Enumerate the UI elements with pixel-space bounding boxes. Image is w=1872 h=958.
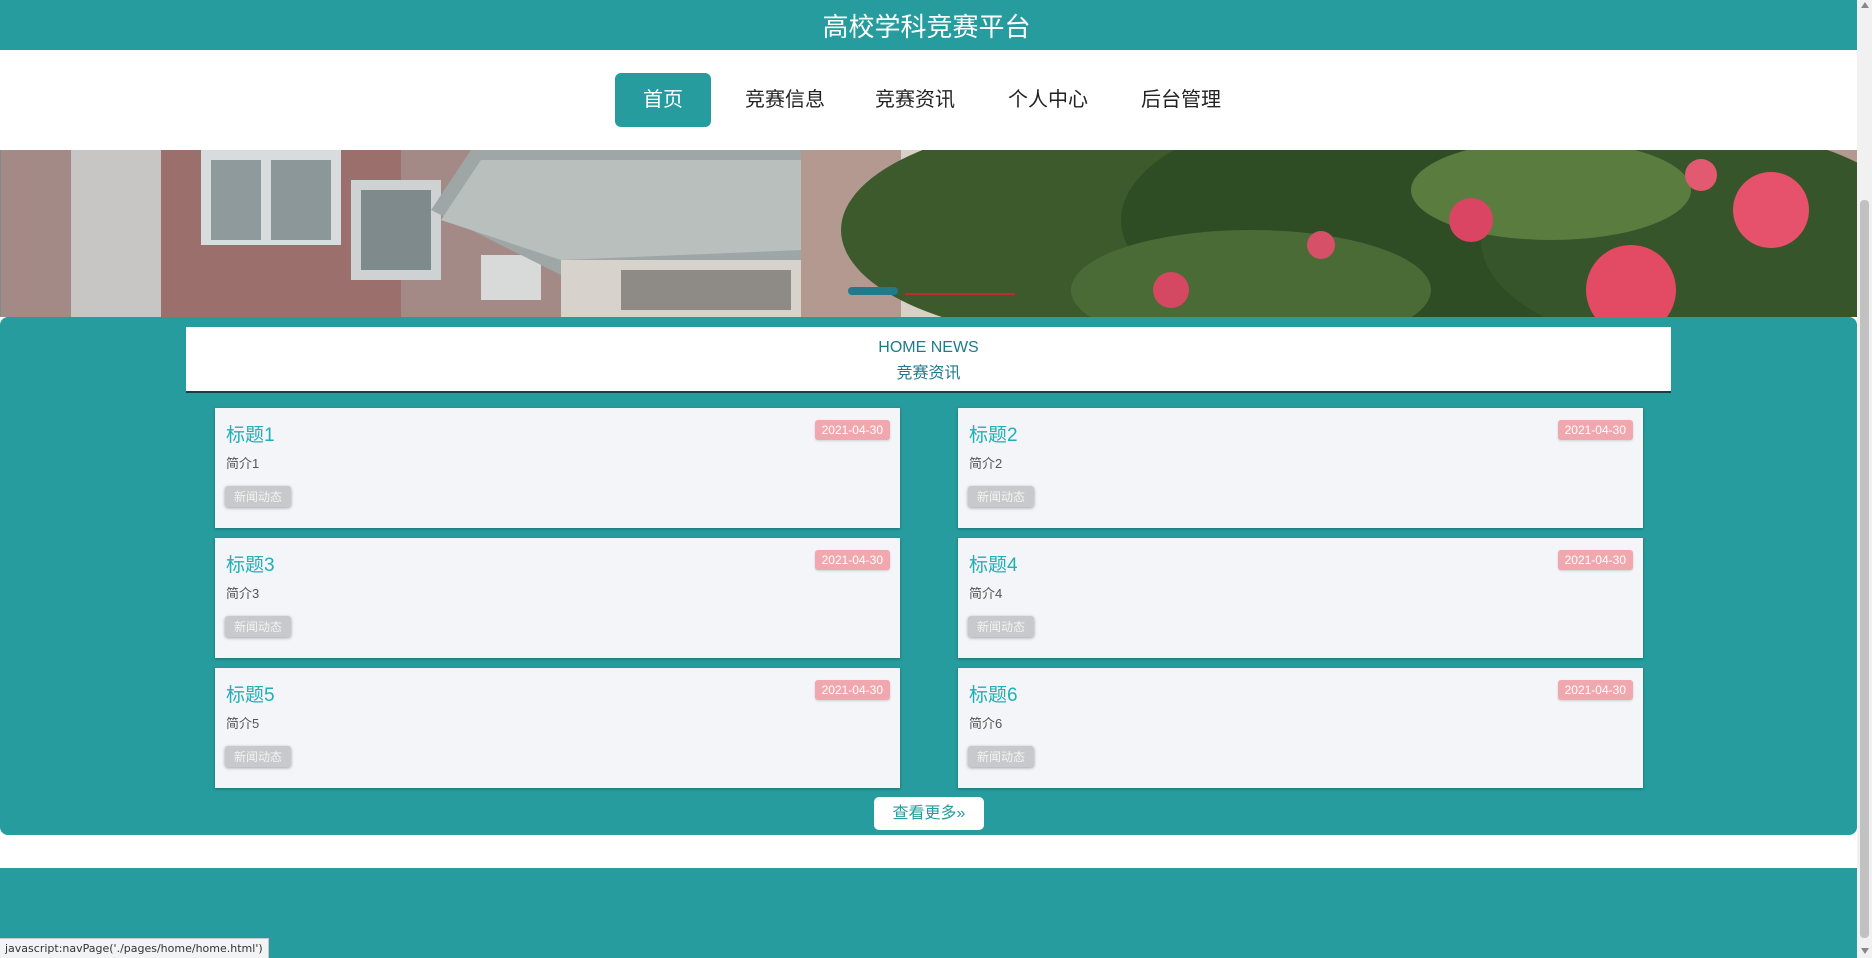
news-card[interactable]: 标题6 2021-04-30 简介6 新闻动态 <box>958 668 1643 788</box>
news-card-tag: 新闻动态 <box>225 746 292 767</box>
news-card-tag: 新闻动态 <box>225 616 292 637</box>
site-title: 高校学科竞赛平台 <box>822 11 1031 42</box>
news-card-date: 2021-04-30 <box>1557 680 1633 700</box>
news-header: HOME NEWS 竞赛资讯 <box>186 327 1671 393</box>
news-card-title[interactable]: 标题4 <box>969 550 1018 577</box>
news-card-desc: 简介5 <box>226 716 260 731</box>
view-more-label: 查看更多 <box>892 805 957 822</box>
carousel-indicator[interactable] <box>905 293 1015 295</box>
view-more-button[interactable]: 查看更多» <box>874 797 984 830</box>
news-section: HOME NEWS 竞赛资讯 标题1 2021-04-30 简介1 新闻动态 标… <box>0 317 1857 835</box>
news-card-desc: 简介1 <box>226 456 260 471</box>
news-card-tag: 新闻动态 <box>968 616 1035 637</box>
news-card[interactable]: 标题3 2021-04-30 简介3 新闻动态 <box>215 538 900 658</box>
page-scrollbar[interactable] <box>1857 0 1872 958</box>
news-card-title[interactable]: 标题3 <box>226 550 275 577</box>
site-header: 高校学科竞赛平台 <box>0 0 1857 50</box>
news-card[interactable]: 标题2 2021-04-30 简介2 新闻动态 <box>958 408 1643 528</box>
nav-item-admin[interactable]: 后台管理 <box>1131 73 1231 127</box>
news-card[interactable]: 标题5 2021-04-30 简介5 新闻动态 <box>215 668 900 788</box>
double-chevron-right-icon: » <box>956 805 966 822</box>
news-card-title[interactable]: 标题2 <box>969 420 1018 447</box>
nav-item-personal-center[interactable]: 个人中心 <box>998 73 1098 127</box>
news-card[interactable]: 标题1 2021-04-30 简介1 新闻动态 <box>215 408 900 528</box>
news-card-title[interactable]: 标题6 <box>969 680 1018 707</box>
news-card-desc: 简介6 <box>969 716 1003 731</box>
nav-item-home[interactable]: 首页 <box>615 73 711 127</box>
news-card-title[interactable]: 标题5 <box>226 680 275 707</box>
main-nav: 首页 竞赛信息 竞赛资讯 个人中心 后台管理 <box>0 50 1857 150</box>
banner-image <box>1 150 1857 317</box>
news-card-desc: 简介3 <box>226 586 260 601</box>
site-footer <box>0 868 1857 958</box>
news-card-desc: 简介2 <box>969 456 1003 471</box>
news-card-date: 2021-04-30 <box>814 420 890 440</box>
news-header-en: HOME NEWS <box>878 339 979 356</box>
scroll-thumb[interactable] <box>1860 200 1869 938</box>
news-card-tag: 新闻动态 <box>225 486 292 507</box>
news-header-cn: 竞赛资讯 <box>896 365 961 382</box>
news-card-desc: 简介4 <box>969 586 1003 601</box>
nav-item-competition-news[interactable]: 竞赛资讯 <box>865 73 965 127</box>
nav-item-competition-info[interactable]: 竞赛信息 <box>735 73 835 127</box>
scroll-up-arrow-icon[interactable] <box>1861 2 1869 8</box>
browser-status-bar: javascript:navPage('./pages/home/home.ht… <box>0 938 269 958</box>
news-card-date: 2021-04-30 <box>1557 420 1633 440</box>
carousel-indicator-active[interactable] <box>848 287 898 295</box>
news-card-date: 2021-04-30 <box>814 680 890 700</box>
news-card-date: 2021-04-30 <box>1557 550 1633 570</box>
news-card-tag: 新闻动态 <box>968 746 1035 767</box>
news-card-title[interactable]: 标题1 <box>226 420 275 447</box>
news-card-tag: 新闻动态 <box>968 486 1035 507</box>
banner-carousel[interactable] <box>0 150 1857 317</box>
news-card[interactable]: 标题4 2021-04-30 简介4 新闻动态 <box>958 538 1643 658</box>
news-card-date: 2021-04-30 <box>814 550 890 570</box>
scroll-down-arrow-icon[interactable] <box>1861 948 1869 954</box>
